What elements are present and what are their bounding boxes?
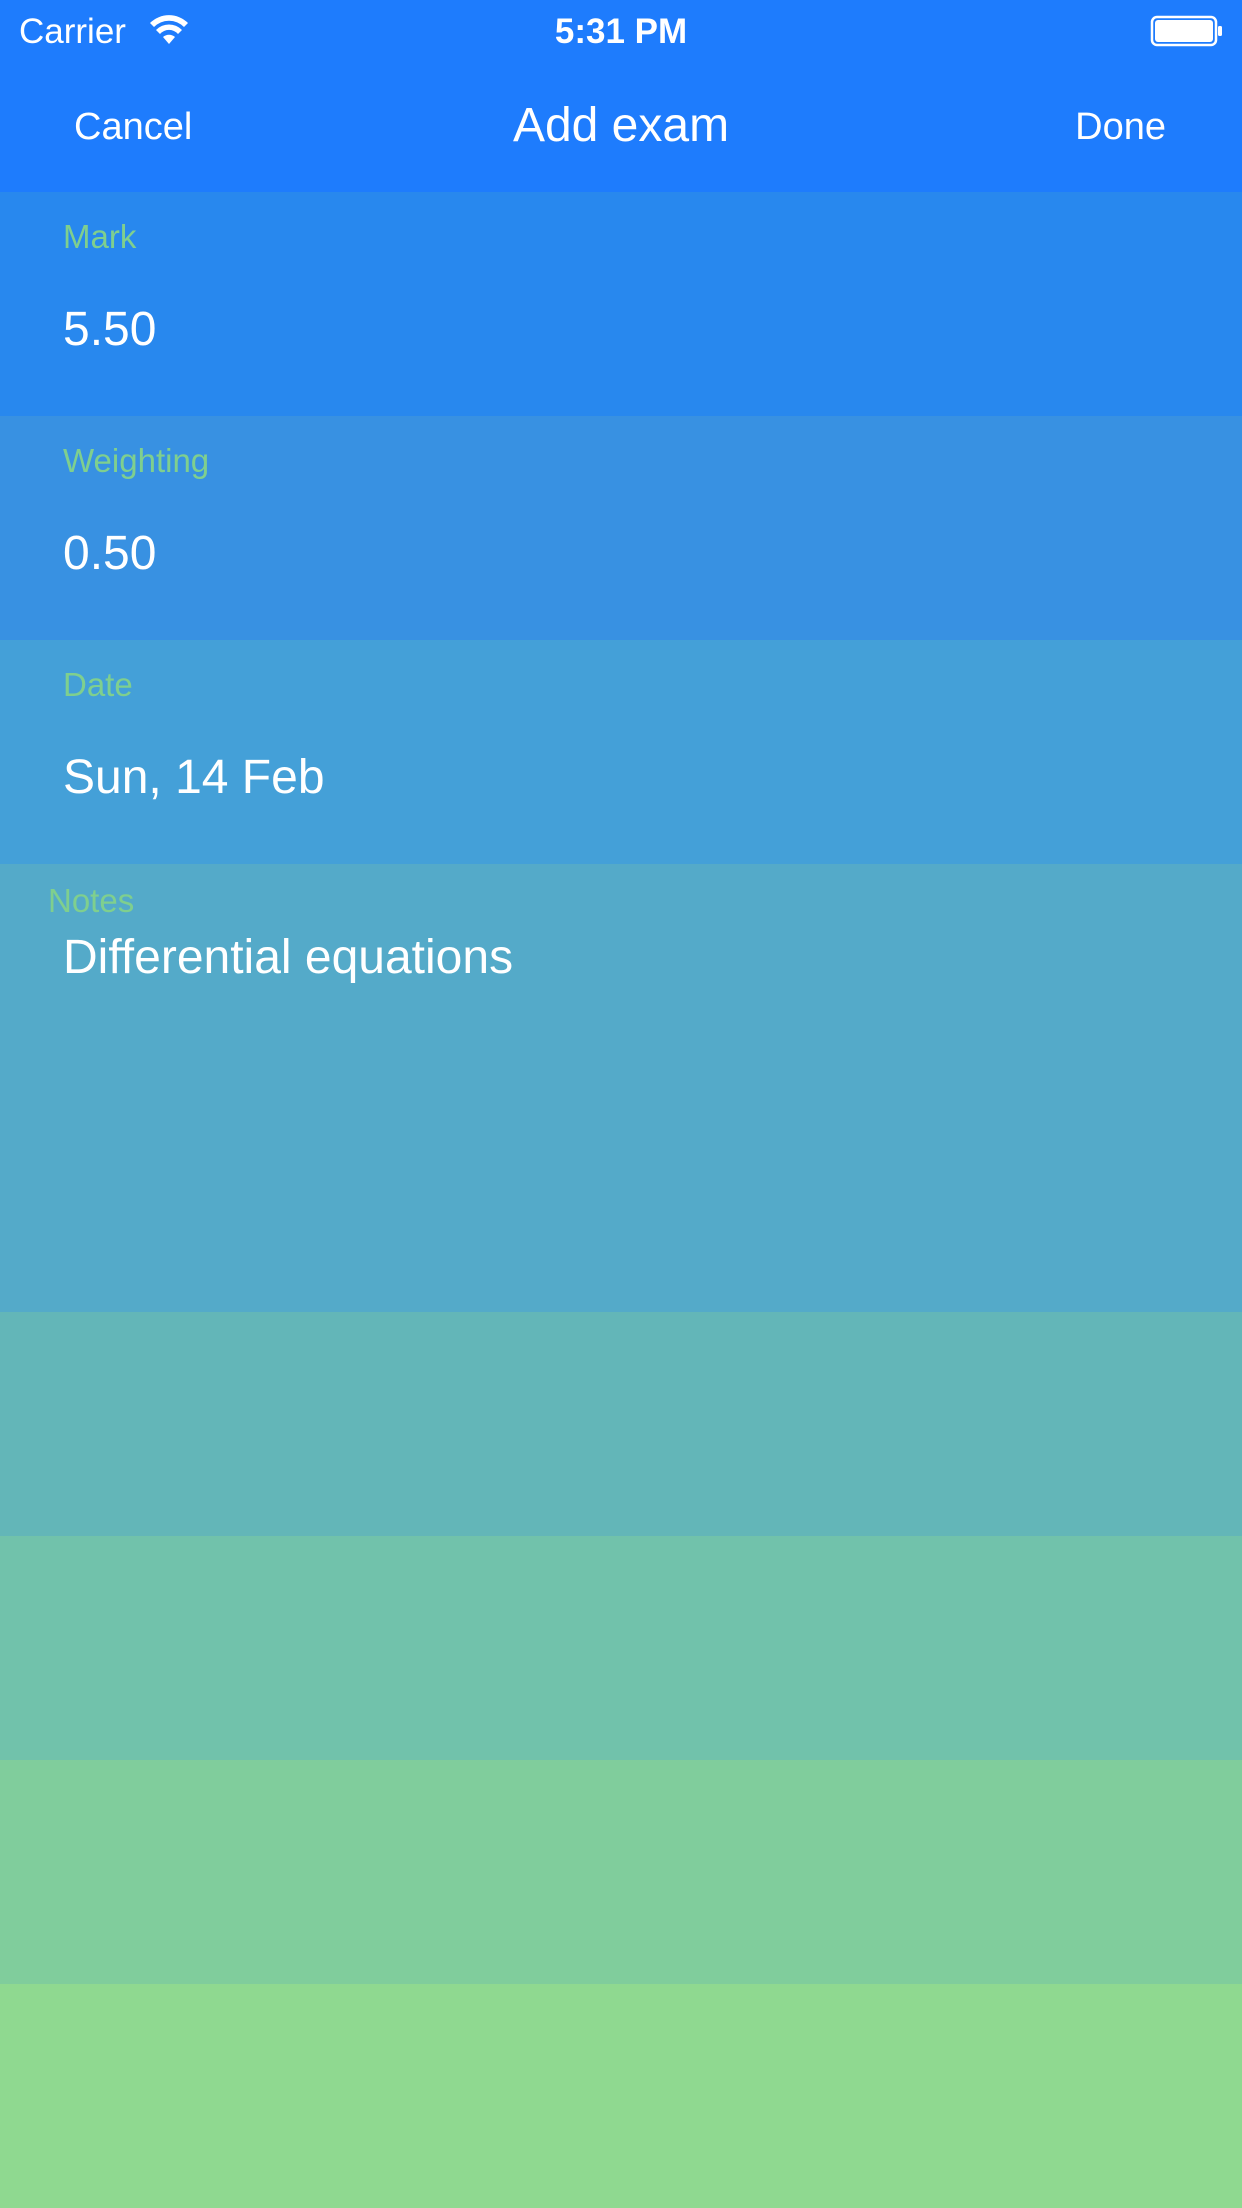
- mark-label: Mark: [63, 218, 137, 255]
- weighting-label: Weighting: [63, 442, 210, 479]
- mark-field[interactable]: Mark 5.50: [0, 192, 1242, 416]
- notes-field[interactable]: Notes Differential equations: [0, 864, 1242, 1312]
- status-bar: Carrier 5:31 PM: [0, 0, 1242, 62]
- date-label: Date: [63, 666, 133, 703]
- notes-textarea[interactable]: Differential equations: [63, 930, 513, 985]
- battery-icon: [1150, 15, 1222, 47]
- empty-row: [0, 1312, 1242, 1536]
- date-field[interactable]: Date Sun, 14 Feb: [0, 640, 1242, 864]
- page-title: Add exam: [512, 99, 730, 152]
- date-input[interactable]: Sun, 14 Feb: [63, 750, 325, 805]
- notes-label: Notes: [48, 882, 135, 919]
- mark-input[interactable]: 5.50: [63, 302, 156, 357]
- navigation-bar: Cancel Add exam Done: [0, 62, 1242, 192]
- weighting-field[interactable]: Weighting 0.50: [0, 416, 1242, 640]
- empty-row: [0, 1984, 1242, 2208]
- empty-row: [0, 1536, 1242, 1760]
- done-button[interactable]: Done: [1075, 106, 1166, 149]
- empty-row: [0, 1760, 1242, 1984]
- status-time: 5:31 PM: [554, 12, 688, 51]
- weighting-input[interactable]: 0.50: [63, 526, 156, 581]
